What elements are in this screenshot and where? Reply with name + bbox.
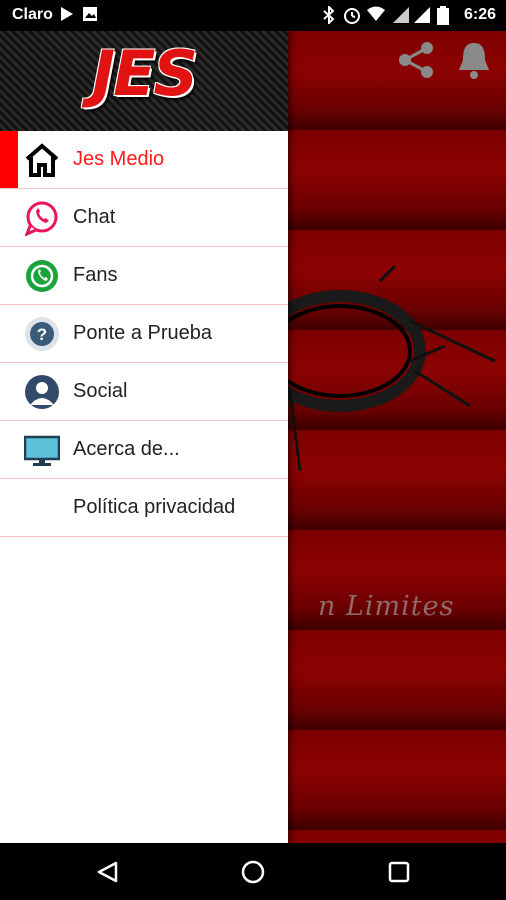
phone-bubble-icon xyxy=(26,260,58,292)
menu-item-label: Jes Medio xyxy=(73,148,165,170)
active-indicator xyxy=(0,131,18,188)
bluetooth-icon xyxy=(323,6,335,24)
svg-text:?: ? xyxy=(37,325,47,344)
wifi-icon xyxy=(367,6,385,21)
image-icon xyxy=(83,7,97,21)
bell-icon[interactable] xyxy=(456,40,492,80)
question-icon: ? xyxy=(25,317,59,351)
data-signal-icon xyxy=(414,7,430,23)
menu-item-label: Política privacidad xyxy=(73,496,236,518)
menu-item-label: Acerca de... xyxy=(73,438,180,460)
home-icon xyxy=(25,143,59,177)
app-logo: JES xyxy=(92,37,198,110)
chat-bubble-icon xyxy=(24,201,58,236)
battery-icon xyxy=(437,6,449,25)
menu-item-label: Chat xyxy=(73,206,116,228)
menu-item-fans[interactable]: Fans xyxy=(0,247,288,305)
menu-item-politica-privacidad[interactable]: Política privacidad xyxy=(0,479,288,537)
signal-icon xyxy=(393,7,409,23)
user-icon xyxy=(25,375,59,409)
alarm-icon xyxy=(344,8,360,24)
drawer-header: JES xyxy=(0,31,288,131)
app-bar-actions xyxy=(396,38,506,84)
system-nav-bar xyxy=(0,843,506,900)
menu-item-label: Ponte a Prueba xyxy=(73,322,212,344)
background-subtitle: n Limites xyxy=(318,591,455,622)
drawer-menu: Jes Medio Chat Fans ? Ponte a Prueba Soc… xyxy=(0,131,288,537)
menu-item-label: Fans xyxy=(73,264,118,286)
clock: 6:26 xyxy=(463,6,496,23)
monitor-icon xyxy=(24,435,60,466)
back-icon[interactable] xyxy=(96,861,120,883)
menu-item-acerca-de[interactable]: Acerca de... xyxy=(0,421,288,479)
play-store-icon xyxy=(61,7,73,21)
carrier-label: Claro xyxy=(12,6,53,23)
menu-item-social[interactable]: Social xyxy=(0,363,288,421)
menu-item-jes-medio[interactable]: Jes Medio xyxy=(0,131,288,189)
menu-item-label: Social xyxy=(73,380,128,402)
menu-item-chat[interactable]: Chat xyxy=(0,189,288,247)
navigation-drawer: JES Jes Medio Chat Fans ? Ponte a Prueba… xyxy=(0,31,288,843)
home-button-icon[interactable] xyxy=(241,860,265,884)
menu-item-ponte-a-prueba[interactable]: ? Ponte a Prueba xyxy=(0,305,288,363)
share-icon[interactable] xyxy=(396,40,436,80)
status-bar: Claro 6:26 xyxy=(0,0,506,31)
recents-icon[interactable] xyxy=(388,861,410,883)
